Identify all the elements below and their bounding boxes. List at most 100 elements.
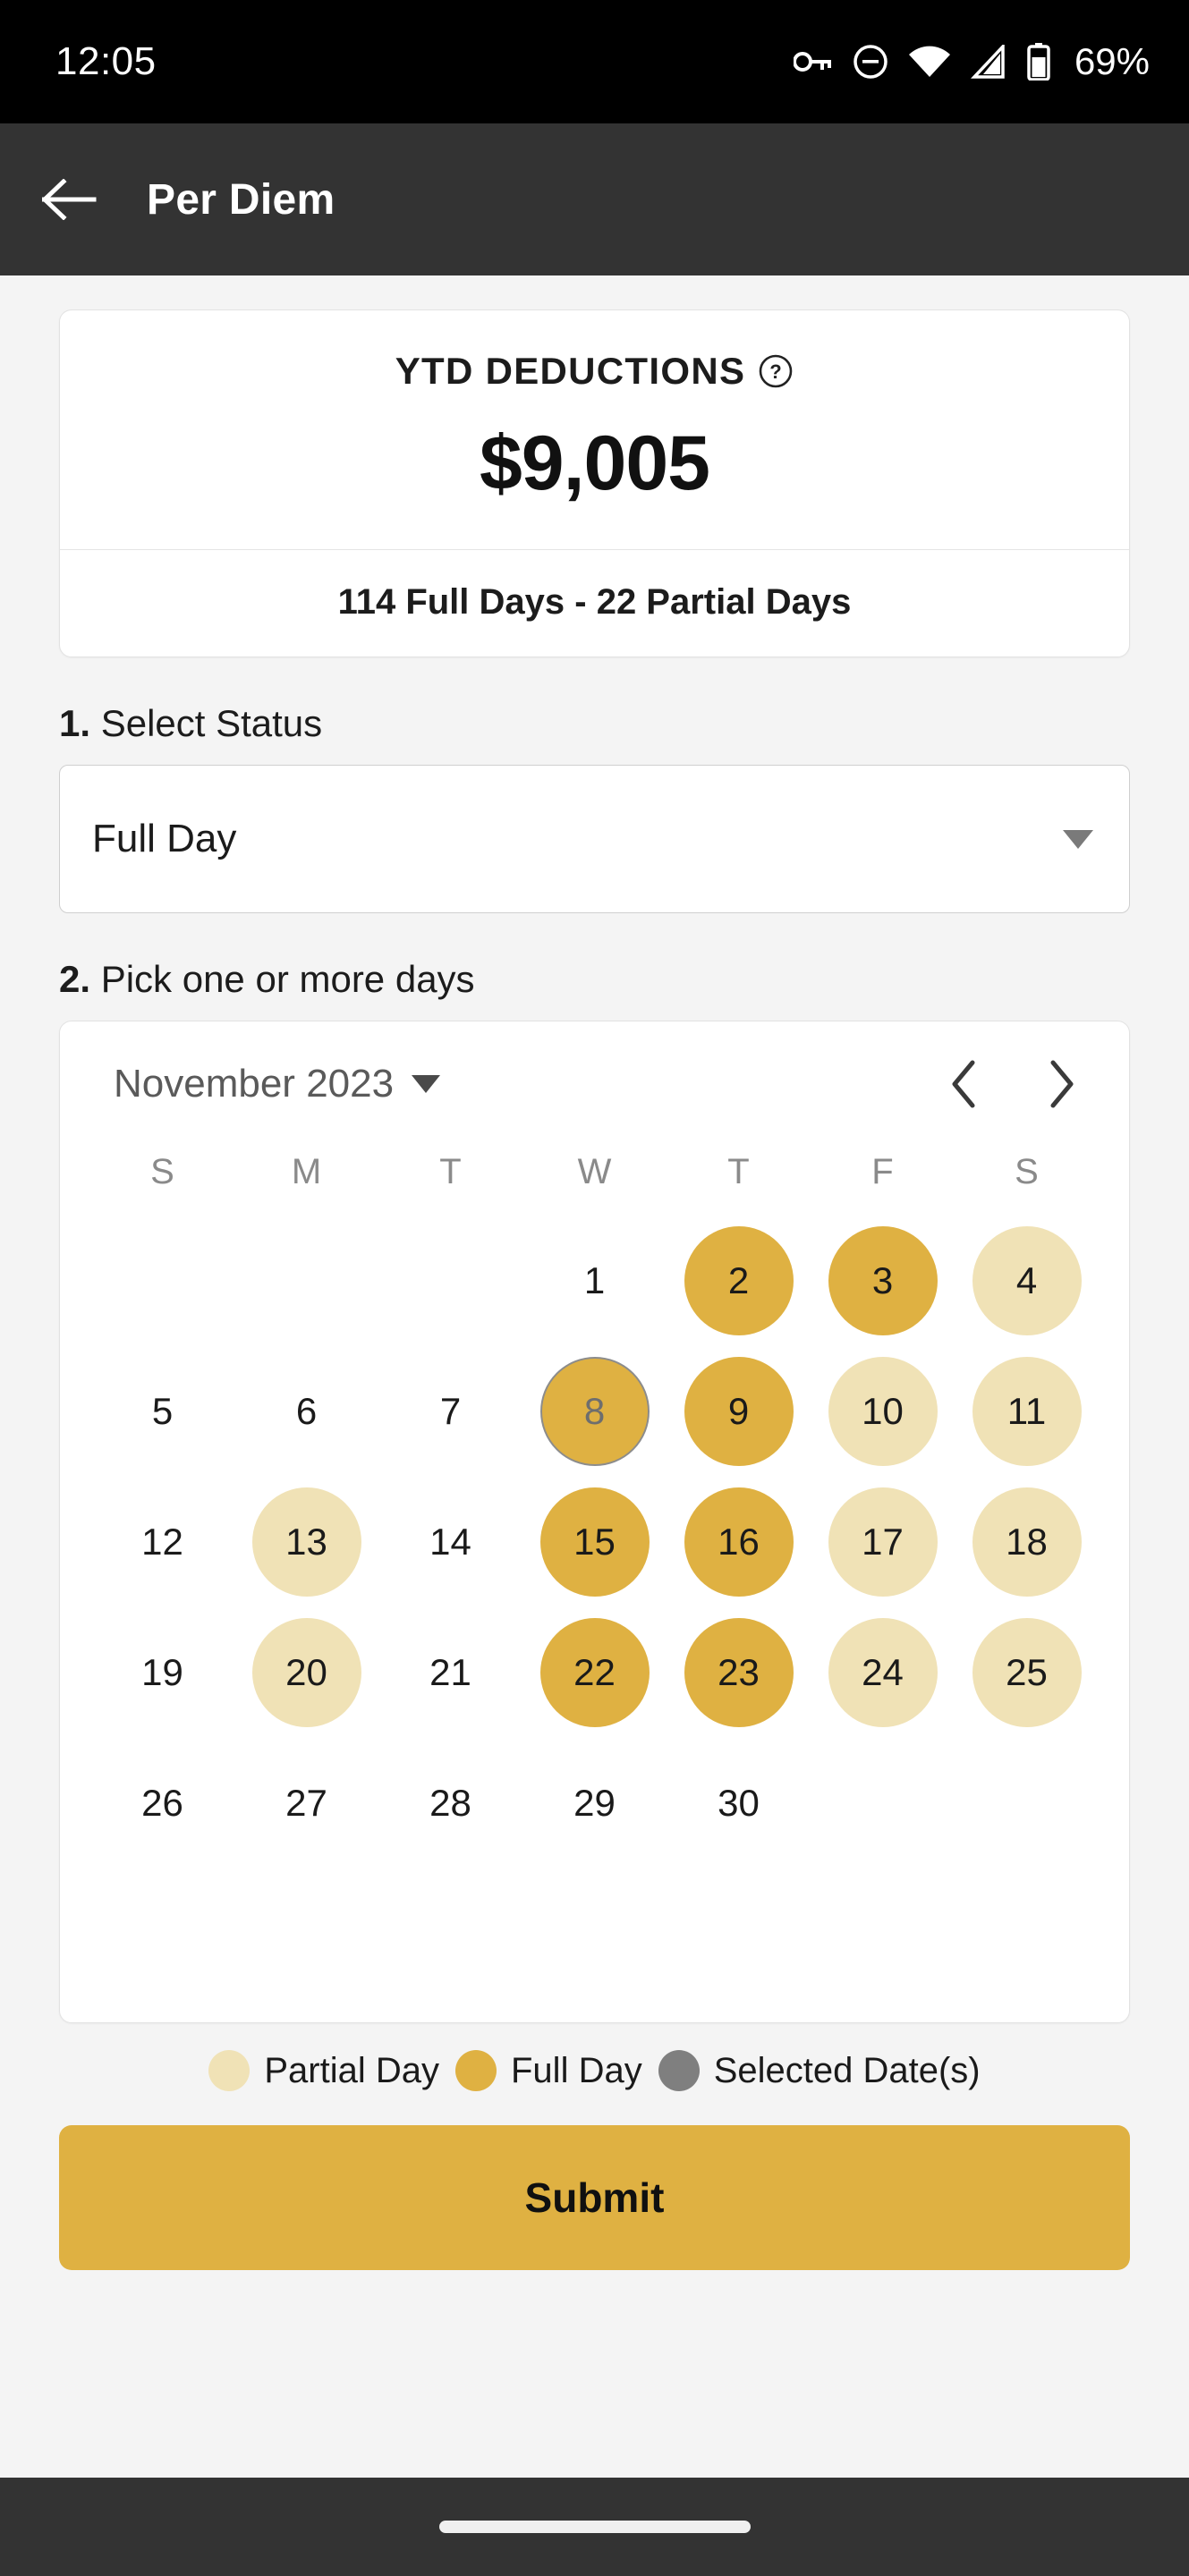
app-bar: Per Diem [0, 123, 1189, 275]
calendar-cell: 15 [522, 1477, 667, 1607]
legend-label: Partial Day [264, 2050, 439, 2090]
calendar-day-8[interactable]: 8 [539, 1357, 650, 1466]
chevron-down-icon [1063, 829, 1093, 849]
calendar-cell: 30 [667, 1738, 811, 1868]
calendar-cell: 8 [522, 1346, 667, 1477]
battery-percent: 69% [1074, 40, 1150, 82]
calendar-day-15[interactable]: 15 [539, 1487, 650, 1597]
legend-dot-icon [208, 2050, 251, 2091]
calendar-day-21[interactable]: 21 [396, 1618, 505, 1727]
calendar-cell-empty [90, 1216, 234, 1346]
calendar-cell: 24 [811, 1607, 955, 1738]
weekday-header: T [727, 1152, 750, 1191]
calendar-cell: 5 [90, 1346, 234, 1477]
calendar-day-24[interactable]: 24 [828, 1618, 938, 1727]
calendar-day-12[interactable]: 12 [108, 1487, 217, 1597]
calendar-day-13[interactable]: 13 [251, 1487, 361, 1597]
next-month-button[interactable] [1034, 1057, 1088, 1111]
calendar-cell: 29 [522, 1738, 667, 1868]
system-nav-bar [0, 2478, 1189, 2576]
calendar-nav-group [938, 1057, 1088, 1111]
step-1-text: Select Status [90, 702, 323, 744]
weekday-header: T [439, 1152, 462, 1191]
ytd-days-summary: 114 Full Days - 22 Partial Days [337, 582, 852, 622]
calendar-day-5[interactable]: 5 [108, 1357, 217, 1466]
calendar-cell-empty [955, 1868, 1099, 1999]
calendar-day-7[interactable]: 7 [396, 1357, 505, 1466]
calendar-cell: 22 [522, 1607, 667, 1738]
calendar-cell: 9 [667, 1346, 811, 1477]
calendar-cell: 11 [955, 1346, 1099, 1477]
calendar-day-17[interactable]: 17 [828, 1487, 938, 1597]
calendar-cell: 14 [378, 1477, 522, 1607]
calendar-day-14[interactable]: 14 [396, 1487, 505, 1597]
calendar-cell: 2 [667, 1216, 811, 1346]
weekday-header: S [1015, 1152, 1039, 1191]
calendar-cell: 26 [90, 1738, 234, 1868]
legend-item: Full Day [455, 2050, 642, 2091]
status-bar: 12:05 69% [0, 0, 1189, 123]
calendar-day-3[interactable]: 3 [828, 1226, 938, 1335]
calendar-cell: 17 [811, 1477, 955, 1607]
legend-item: Partial Day [208, 2050, 439, 2091]
ytd-label-row: YTD DEDUCTIONS ? [60, 350, 1129, 393]
key-icon [793, 48, 833, 75]
legend-label: Selected Date(s) [713, 2050, 981, 2090]
calendar-day-23[interactable]: 23 [684, 1618, 794, 1727]
weekday-header: F [871, 1152, 894, 1191]
calendar-day-6[interactable]: 6 [252, 1357, 361, 1466]
phone-screen: 12:05 69% Per Diem YTD DEDUCTIONS ? $9,0… [0, 0, 1189, 2576]
calendar-cell: 3 [811, 1216, 955, 1346]
calendar-cell-empty [378, 1216, 522, 1346]
calendar-cell: 28 [378, 1738, 522, 1868]
calendar-cell: 6 [234, 1346, 378, 1477]
calendar-day-11[interactable]: 11 [972, 1357, 1082, 1466]
calendar-legend: Partial Day Full Day Selected Date(s) [59, 2050, 1130, 2091]
calendar-day-10[interactable]: 10 [828, 1357, 938, 1466]
calendar-day-25[interactable]: 25 [972, 1618, 1082, 1727]
calendar-day-29[interactable]: 29 [540, 1749, 650, 1858]
calendar-day-26[interactable]: 26 [108, 1749, 217, 1858]
home-indicator[interactable] [438, 2521, 751, 2533]
calendar-day-9[interactable]: 9 [684, 1357, 794, 1466]
calendar-day-30[interactable]: 30 [684, 1749, 794, 1858]
calendar-cell: 25 [955, 1607, 1099, 1738]
step-1-label: 1. Select Status [59, 702, 1130, 745]
legend-dot-icon [455, 2050, 497, 2091]
page-title: Per Diem [147, 175, 335, 224]
month-year-selector[interactable]: November 2023 [114, 1062, 441, 1106]
calendar-day-2[interactable]: 2 [684, 1226, 794, 1335]
calendar-cell: 7 [378, 1346, 522, 1477]
status-select[interactable]: Full Day [59, 765, 1130, 913]
calendar-cell: 27 [234, 1738, 378, 1868]
calendar-day-27[interactable]: 27 [252, 1749, 361, 1858]
calendar-day-18[interactable]: 18 [972, 1487, 1082, 1597]
calendar-day-19[interactable]: 19 [108, 1618, 217, 1727]
step-1-number: 1. [59, 702, 91, 744]
ytd-amount: $9,005 [479, 420, 710, 506]
calendar-day-28[interactable]: 28 [396, 1749, 505, 1858]
calendar-day-20[interactable]: 20 [251, 1618, 361, 1727]
calendar-cell-empty [522, 1868, 667, 1999]
calendar-day-16[interactable]: 16 [684, 1487, 794, 1597]
ytd-summary-section: YTD DEDUCTIONS ? $9,005 [60, 310, 1129, 549]
submit-button[interactable]: Submit [59, 2125, 1130, 2270]
calendar-cell-empty [90, 1868, 234, 1999]
calendar-cell-empty [234, 1216, 378, 1346]
month-year-label: November 2023 [114, 1062, 395, 1106]
ytd-label: YTD DEDUCTIONS [395, 350, 746, 392]
back-arrow-icon[interactable] [41, 171, 98, 228]
step-2-label: 2. Pick one or more days [59, 958, 1130, 1001]
calendar-day-4[interactable]: 4 [972, 1226, 1082, 1335]
prev-month-button[interactable] [938, 1057, 991, 1111]
legend-dot-icon [658, 2050, 700, 2091]
calendar-day-22[interactable]: 22 [539, 1618, 650, 1727]
calendar-cell-empty [234, 1868, 378, 1999]
do-not-disturb-icon [853, 44, 888, 80]
calendar-header: November 2023 [90, 1057, 1099, 1111]
svg-text:?: ? [770, 360, 782, 383]
ytd-deductions-card: YTD DEDUCTIONS ? $9,005 114 Full Days - … [59, 309, 1130, 657]
calendar-day-1[interactable]: 1 [540, 1226, 650, 1335]
help-circle-icon[interactable]: ? [758, 353, 794, 389]
calendar-cell: 4 [955, 1216, 1099, 1346]
